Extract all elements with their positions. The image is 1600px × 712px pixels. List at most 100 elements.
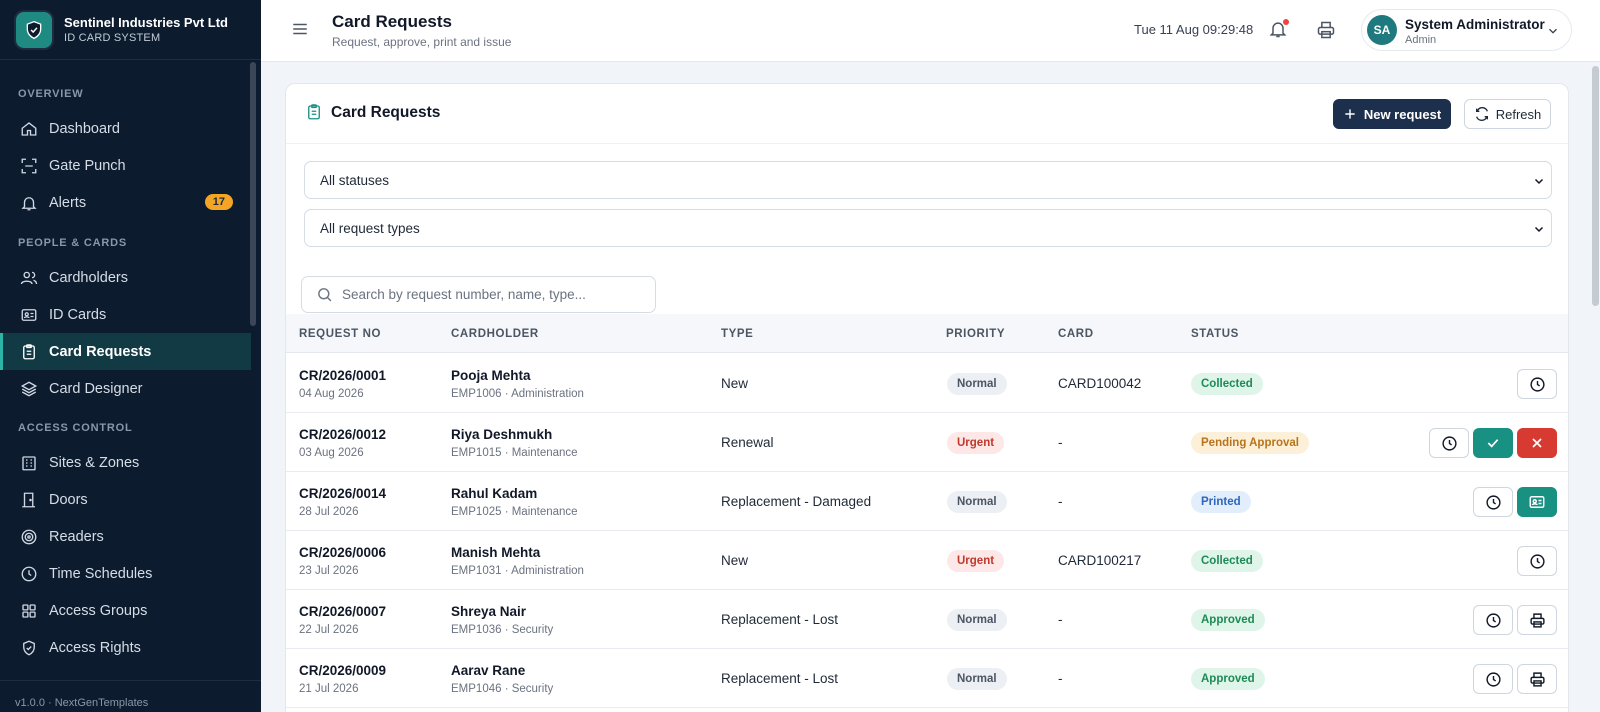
sidebar-item-dashboard[interactable]: Dashboard xyxy=(0,110,251,147)
card-requests-panel: Card Requests New request Refresh All st… xyxy=(285,83,1569,712)
search-placeholder: Search by request number, name, type... xyxy=(342,287,586,302)
request-number: CR/2026/0014 xyxy=(299,486,387,501)
request-type: Replacement - Lost xyxy=(721,612,839,627)
section-overview: OVERVIEW xyxy=(18,88,84,100)
history-button[interactable] xyxy=(1473,664,1513,694)
grid-icon xyxy=(20,602,38,620)
sidebar-item-alerts[interactable]: Alerts 17 xyxy=(0,184,251,221)
reject-button[interactable] xyxy=(1517,428,1557,458)
cardholder-name: Rahul Kadam xyxy=(451,486,538,501)
table-row[interactable]: CR/2026/0012 03 Aug 2026 Riya Deshmukh E… xyxy=(286,413,1568,472)
new-request-button[interactable]: New request xyxy=(1333,99,1451,129)
issue-card-button[interactable] xyxy=(1517,487,1557,517)
user-name: System Administrator xyxy=(1405,17,1545,32)
clipboard-icon xyxy=(305,103,323,121)
layers-icon xyxy=(20,380,38,398)
alerts-count-badge: 17 xyxy=(204,194,233,210)
sidebar-item-card-requests[interactable]: Card Requests xyxy=(0,333,251,370)
request-type: New xyxy=(721,376,749,391)
cardholder-meta: EMP1025 · Maintenance xyxy=(451,506,578,518)
status-badge: Collected xyxy=(1191,550,1263,572)
check-icon xyxy=(1487,439,1499,448)
request-date: 03 Aug 2026 xyxy=(299,447,364,459)
sidebar-item-readers[interactable]: Readers xyxy=(0,518,251,555)
printer-icon[interactable] xyxy=(1316,20,1336,40)
status-filter-value: All statuses xyxy=(320,172,390,188)
request-date: 22 Jul 2026 xyxy=(299,624,359,636)
shield-check-icon xyxy=(20,639,38,657)
id-card-icon xyxy=(1529,496,1545,508)
sidebar-item-gate-punch[interactable]: Gate Punch xyxy=(0,147,251,184)
column-header-cardholder[interactable]: CARDHOLDER xyxy=(451,328,539,340)
sidebar-item-label: Access Rights xyxy=(49,639,141,656)
card-number: - xyxy=(1058,671,1063,686)
request-type: New xyxy=(721,553,749,568)
history-button[interactable] xyxy=(1473,487,1513,517)
sidebar-item-access-rights[interactable]: Access Rights xyxy=(0,629,251,666)
card-number: - xyxy=(1058,612,1063,627)
topbar: Card Requests Request, approve, print an… xyxy=(261,0,1600,62)
table-row[interactable]: CR/2026/0006 23 Jul 2026 Manish Mehta EM… xyxy=(286,531,1568,590)
history-button[interactable] xyxy=(1517,546,1557,576)
priority-badge: Normal xyxy=(947,668,1007,690)
sidebar-item-label: Card Designer xyxy=(49,380,143,397)
clock-icon xyxy=(1529,376,1545,392)
brand: Sentinel Industries Pvt Ltd ID CARD SYST… xyxy=(16,12,228,48)
chevron-down-icon xyxy=(1533,223,1545,235)
status-badge: Approved xyxy=(1191,609,1265,631)
cardholder-meta: EMP1031 · Administration xyxy=(451,565,584,577)
table-row[interactable]: CR/2026/0009 21 Jul 2026 Aarav Rane EMP1… xyxy=(286,649,1568,708)
card-number: CARD100042 xyxy=(1058,376,1142,391)
cardholder-name: Riya Deshmukh xyxy=(451,427,553,442)
user-role: Admin xyxy=(1405,34,1437,46)
cardholder-meta: EMP1006 · Administration xyxy=(451,388,584,400)
building-icon xyxy=(20,454,38,472)
notification-dot xyxy=(1283,19,1289,25)
column-header-status[interactable]: STATUS xyxy=(1191,328,1239,340)
cardholder-meta: EMP1046 · Security xyxy=(451,683,554,695)
hamburger-menu-icon[interactable] xyxy=(291,20,309,38)
sidebar-item-label: Access Groups xyxy=(49,602,148,619)
user-menu[interactable]: SA System Administrator Admin xyxy=(1361,9,1572,51)
column-header-type[interactable]: TYPE xyxy=(721,328,753,340)
priority-badge: Normal xyxy=(947,491,1007,513)
column-header-card[interactable]: CARD xyxy=(1058,328,1094,340)
sidebar-item-label: Sites & Zones xyxy=(49,454,140,471)
request-number: CR/2026/0001 xyxy=(299,368,387,383)
status-filter-select[interactable]: All statuses xyxy=(304,161,1552,199)
cardholder-name: Pooja Mehta xyxy=(451,368,531,383)
request-number: CR/2026/0009 xyxy=(299,663,387,678)
table-row[interactable]: CR/2026/0001 04 Aug 2026 Pooja Mehta EMP… xyxy=(286,354,1568,413)
column-header-priority[interactable]: PRIORITY xyxy=(946,328,1005,340)
column-header-request-no[interactable]: REQUEST NO xyxy=(299,328,381,340)
new-request-label: New request xyxy=(1363,106,1442,122)
request-type-filter-select[interactable]: All request types xyxy=(304,209,1552,247)
page-scrollbar[interactable] xyxy=(1592,66,1599,306)
shield-logo-icon xyxy=(16,12,52,48)
history-button[interactable] xyxy=(1429,428,1469,458)
history-button[interactable] xyxy=(1517,369,1557,399)
print-button[interactable] xyxy=(1517,664,1557,694)
sidebar-item-access-groups[interactable]: Access Groups xyxy=(0,592,251,629)
current-datetime: Tue 11 Aug 09:29:48 xyxy=(1134,22,1254,37)
table-row[interactable]: CR/2026/0014 28 Jul 2026 Rahul Kadam EMP… xyxy=(286,472,1568,531)
sidebar-item-sites-zones[interactable]: Sites & Zones xyxy=(0,444,251,481)
print-button[interactable] xyxy=(1517,605,1557,635)
table-row[interactable]: CR/2026/0007 22 Jul 2026 Shreya Nair EMP… xyxy=(286,590,1568,649)
refresh-button[interactable]: Refresh xyxy=(1464,99,1551,129)
sidebar-item-id-cards[interactable]: ID Cards xyxy=(0,296,251,333)
sidebar-item-time-schedules[interactable]: Time Schedules xyxy=(0,555,251,592)
clock-icon xyxy=(20,565,38,583)
sidebar-item-cardholders[interactable]: Cardholders xyxy=(0,259,251,296)
clock-icon xyxy=(1529,553,1545,569)
type-filter-value: All request types xyxy=(320,220,420,236)
sidebar-item-doors[interactable]: Doors xyxy=(0,481,251,518)
sidebar-item-card-designer[interactable]: Card Designer xyxy=(0,370,251,407)
request-date: 28 Jul 2026 xyxy=(299,506,359,518)
approve-button[interactable] xyxy=(1473,428,1513,458)
history-button[interactable] xyxy=(1473,605,1513,635)
clock-icon xyxy=(1485,612,1501,628)
printer-icon xyxy=(1529,612,1545,628)
search-input[interactable]: Search by request number, name, type... xyxy=(301,276,656,313)
card-number: CARD100217 xyxy=(1058,553,1142,568)
